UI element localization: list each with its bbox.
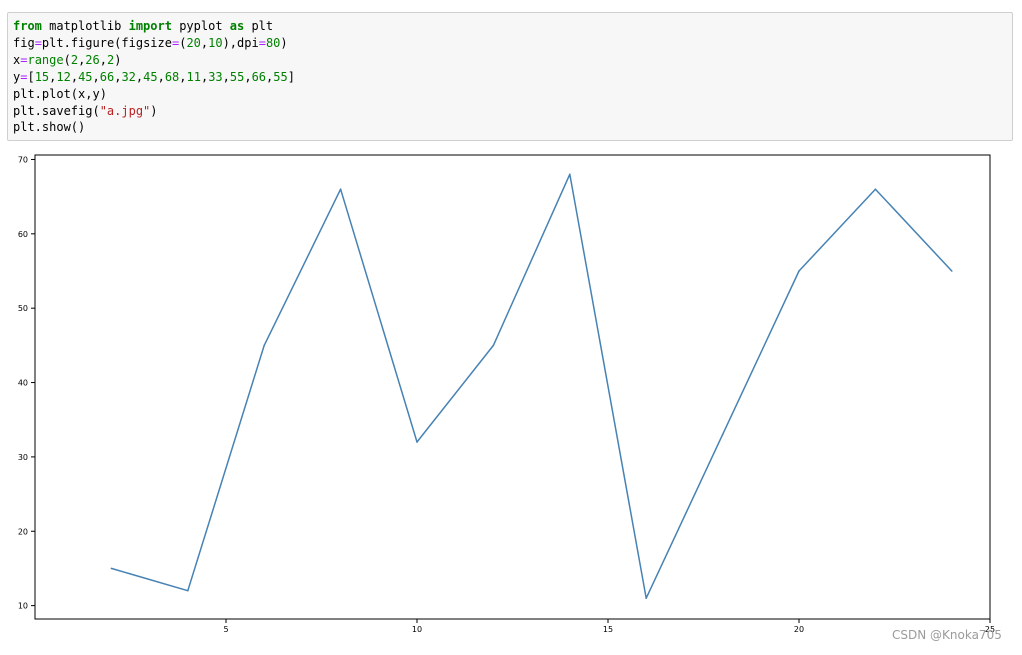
y-tick-label: 40 xyxy=(18,379,28,388)
code-token: fig xyxy=(13,35,35,50)
data-point xyxy=(110,567,113,570)
code-line: plt.show() xyxy=(13,119,1012,136)
data-point xyxy=(339,188,342,191)
watermark: CSDN @Knoka705 xyxy=(892,628,1002,642)
data-point xyxy=(721,433,724,436)
x-tick-label: 15 xyxy=(603,625,613,634)
y-tick-label: 70 xyxy=(18,155,28,164)
code-line: fig=plt.figure(figsize=(20,10),dpi=80) xyxy=(13,35,1012,52)
code-token: 66 xyxy=(251,69,267,84)
code-line: y=[15,12,45,66,32,45,68,11,33,55,66,55] xyxy=(13,69,1012,86)
code-token: ] xyxy=(287,69,295,84)
code-token: import xyxy=(128,19,172,33)
code-token: plt.savefig( xyxy=(13,103,100,118)
code-token: 68 xyxy=(164,69,180,84)
code-token: , xyxy=(222,69,230,84)
code-token: , xyxy=(92,69,100,84)
code-token: ( xyxy=(63,52,71,67)
code-token: plt xyxy=(244,19,274,33)
code-token: 45 xyxy=(143,69,158,84)
code-token: 66 xyxy=(99,69,115,84)
code-token: ),dpi xyxy=(222,35,259,50)
code-token: , xyxy=(244,69,252,84)
y-tick-label: 20 xyxy=(18,527,28,536)
code-token: , xyxy=(157,69,165,84)
code-token: 55 xyxy=(229,69,245,84)
data-point xyxy=(187,589,189,592)
x-tick-label: 5 xyxy=(223,625,228,634)
code-token: ) xyxy=(114,52,122,67)
code-token: 2 xyxy=(70,52,79,67)
code-token: 15 xyxy=(34,69,50,84)
code-token: from xyxy=(13,19,42,33)
data-point xyxy=(951,270,953,272)
code-token: "a.jpg" xyxy=(99,103,151,118)
y-tick-label: 30 xyxy=(18,453,28,462)
code-token: matplotlib xyxy=(41,19,129,33)
code-token: = xyxy=(34,35,42,50)
code-token: , xyxy=(70,69,79,84)
code-line: plt.plot(x,y) xyxy=(13,86,1012,103)
code-token: 20 xyxy=(186,35,201,50)
code-token: as xyxy=(229,19,245,33)
code-token: 55 xyxy=(273,69,288,84)
code-token: 11 xyxy=(186,69,201,84)
code-line: x=range(2,26,2) xyxy=(13,52,1012,69)
code-token: ) xyxy=(150,103,158,118)
code-token: 12 xyxy=(56,69,71,84)
code-token: 32 xyxy=(121,69,136,84)
code-token: , xyxy=(179,69,187,84)
code-token: [ xyxy=(27,69,35,84)
code-token: 26 xyxy=(85,52,100,67)
code-token: 45 xyxy=(78,69,93,84)
code-editor[interactable]: from matplotlib import pyplot as plt fig=… xyxy=(8,13,1012,136)
y-tick-label: 50 xyxy=(18,304,28,313)
code-token: plt.show() xyxy=(13,120,86,135)
data-point xyxy=(645,597,647,599)
code-token: range xyxy=(27,52,64,67)
line-chart: 5 10 15 20 2510203040506070 xyxy=(18,154,995,634)
code-token: , xyxy=(99,52,107,67)
code-token: plt.plot(x,y) xyxy=(13,86,107,101)
plot-frame xyxy=(34,154,991,620)
data-point xyxy=(798,270,800,272)
data-point xyxy=(263,344,266,347)
data-point xyxy=(569,173,571,176)
y-tick-label: 10 xyxy=(18,602,28,611)
code-token: 80 xyxy=(265,35,281,50)
code-token: plt.figure(figsize xyxy=(41,35,172,50)
code-token: 10 xyxy=(208,35,223,50)
code-line: plt.savefig("a.jpg") xyxy=(13,103,1012,120)
data-point xyxy=(874,188,877,191)
code-token: ) xyxy=(280,35,288,50)
code-token: 33 xyxy=(208,69,223,84)
code-cell[interactable]: from matplotlib import pyplot as plt fig=… xyxy=(7,12,1013,141)
code-line: from matplotlib import pyplot as plt xyxy=(13,18,1012,35)
code-token: pyplot xyxy=(171,19,230,33)
x-tick-label: 10 xyxy=(412,625,422,634)
code-token: = xyxy=(258,35,266,50)
data-point xyxy=(416,441,418,443)
output-area: 5 10 15 20 25 10 20 30 40 50 60 70 xyxy=(0,146,1022,651)
data-point xyxy=(492,344,495,347)
y-tick-label: 60 xyxy=(18,230,28,239)
x-tick-label: 20 xyxy=(794,625,804,634)
